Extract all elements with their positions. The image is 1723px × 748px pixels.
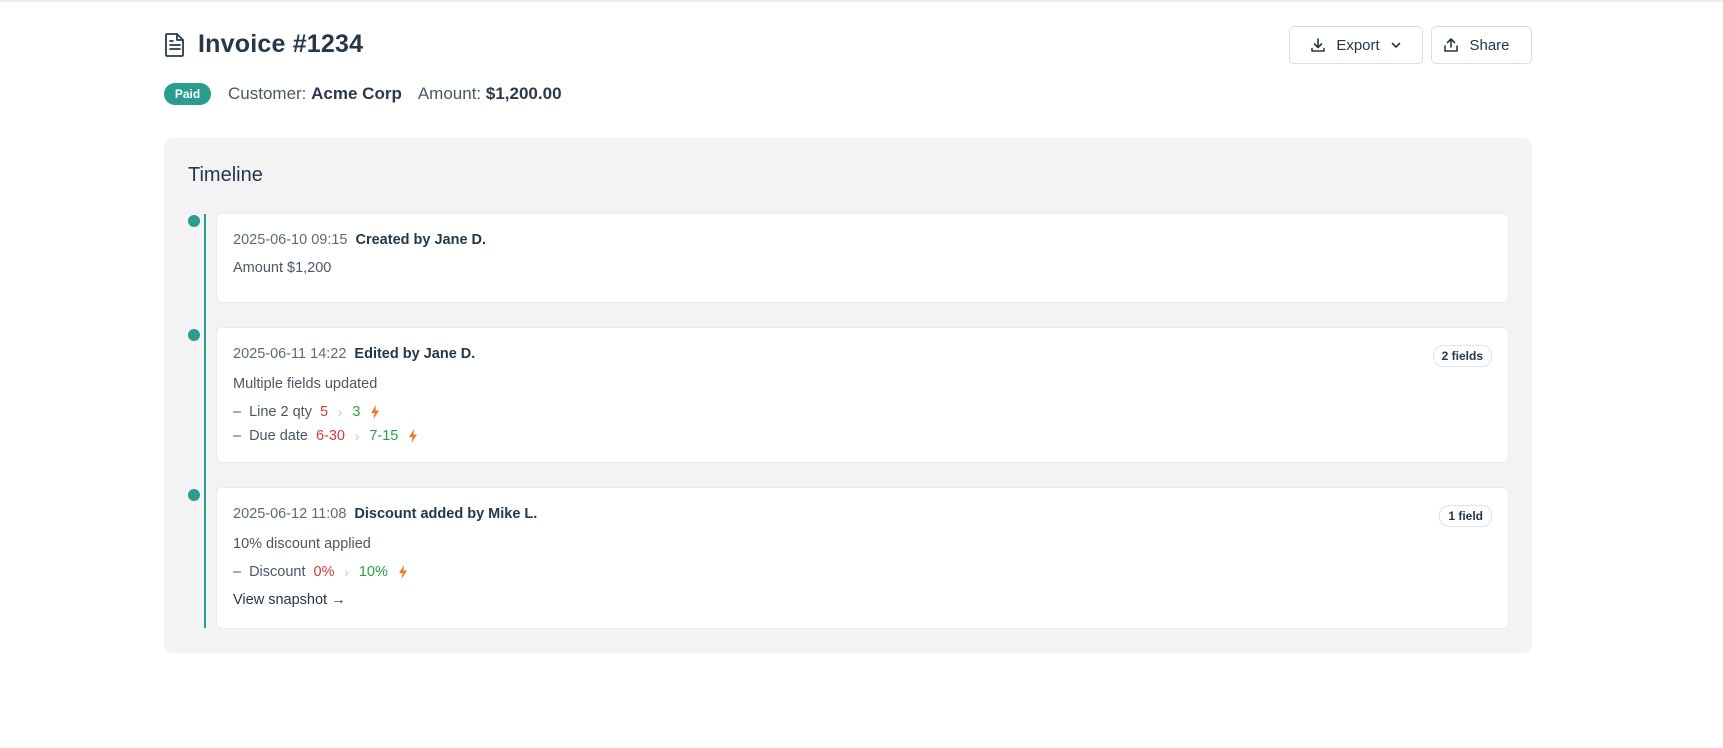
entry-timestamp: 2025-06-11 14:22: [233, 346, 347, 362]
lightning-bolt-icon: [371, 405, 380, 419]
fields-count-badge: 1 field: [1439, 505, 1492, 527]
field-change: – Discount 0% › 10%: [233, 564, 408, 580]
timeline-dot: [188, 215, 200, 227]
lightning-bolt-icon: [409, 429, 418, 443]
entry-description: Amount $1,200: [233, 260, 332, 276]
change-new-value: 3: [352, 404, 361, 420]
fields-count-badge: 2 fields: [1432, 345, 1492, 367]
timeline-dot: [188, 329, 200, 341]
invoice-meta: Paid Customer: Acme Corp Amount: $1,200.…: [164, 83, 562, 105]
status-badge: Paid: [164, 83, 211, 105]
lightning-bolt-icon: [398, 565, 407, 579]
title-row: Invoice #1234: [164, 30, 363, 59]
export-label: Export: [1336, 36, 1380, 54]
field-change: – Line 2 qty 5 › 3: [233, 404, 380, 420]
share-icon: [1444, 38, 1459, 52]
change-old-value: 5: [319, 404, 329, 420]
timeline-title: Timeline: [188, 164, 263, 186]
change-new-value: 10%: [358, 564, 388, 580]
entry-header: 2025-06-11 14:22 Edited by Jane D.: [233, 346, 475, 362]
view-snapshot-link[interactable]: View snapshot →: [233, 592, 346, 608]
chevron-right-icon: ›: [338, 404, 343, 420]
share-label: Share: [1469, 36, 1510, 54]
entry-timestamp: 2025-06-12 11:08: [233, 506, 347, 522]
chevron-right-icon: ›: [344, 564, 349, 580]
entry-actor: Created by Jane D.: [355, 232, 487, 248]
export-button[interactable]: Export: [1289, 26, 1423, 64]
change-new-value: 7-15: [369, 428, 399, 444]
customer-label: Customer:: [228, 84, 307, 103]
change-old-value: 6-30: [315, 428, 345, 444]
page-title: Invoice #1234: [198, 30, 364, 58]
customer-value: Acme Corp: [311, 84, 402, 103]
change-field: Due date: [249, 428, 308, 444]
entry-actor: Edited by Jane D.: [354, 346, 476, 362]
page-header: Invoice #1234 Export Share: [164, 26, 1532, 66]
share-button[interactable]: Share: [1431, 26, 1532, 64]
amount-label: Amount:: [417, 84, 482, 103]
chevron-down-icon: [1391, 42, 1400, 48]
amount-value: $1,200.00: [485, 84, 562, 103]
chevron-right-icon: ›: [354, 428, 360, 444]
entry-description: 10% discount applied: [233, 536, 371, 552]
entry-header: 2025-06-10 09:15 Created by Jane D.: [233, 232, 486, 248]
top-divider: [0, 0, 1723, 2]
timeline-entry: 2025-06-12 11:08 Discount added by Mike …: [217, 488, 1508, 628]
timeline-entry: 2025-06-10 09:15 Created by Jane D. Amou…: [217, 214, 1508, 302]
entry-timestamp: 2025-06-10 09:15: [233, 232, 348, 248]
field-change: – Due date 6-30 › 7-15: [233, 428, 418, 444]
timeline-dot: [188, 489, 200, 501]
timeline-panel: Timeline 2025-06-10 09:15 Created by Jan…: [164, 138, 1532, 653]
change-field: Discount: [249, 564, 306, 580]
entry-description: Multiple fields updated: [233, 376, 378, 392]
entry-actor: Discount added by Mike L.: [354, 506, 538, 522]
timeline-entry: 2025-06-11 14:22 Edited by Jane D. 2 fie…: [217, 328, 1508, 462]
download-icon: [1311, 38, 1326, 52]
change-field: Line 2 qty: [249, 404, 312, 420]
document-icon: [165, 32, 184, 57]
change-old-value: 0%: [313, 564, 335, 580]
entry-header: 2025-06-12 11:08 Discount added by Mike …: [233, 506, 537, 522]
timeline-rail: [204, 214, 206, 628]
